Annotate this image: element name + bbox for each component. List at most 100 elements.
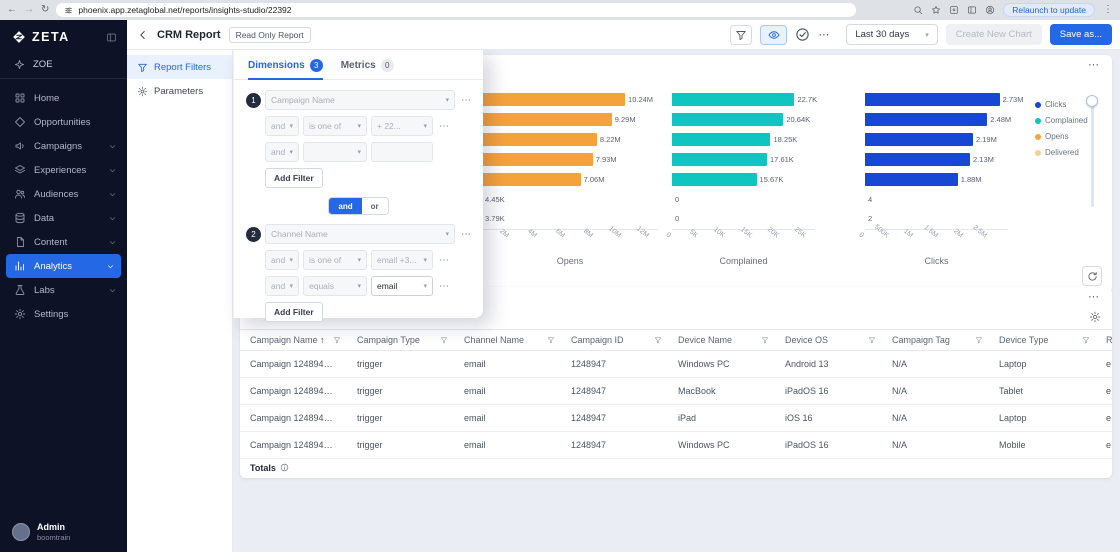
side-panel-icon[interactable] bbox=[967, 5, 977, 15]
column-filter-icon[interactable] bbox=[868, 336, 876, 344]
bar[interactable] bbox=[482, 113, 612, 126]
sidebar-item-campaigns[interactable]: Campaigns bbox=[0, 134, 127, 158]
site-settings-icon[interactable] bbox=[64, 6, 73, 15]
sidebar-item-audiences[interactable]: Audiences bbox=[0, 182, 127, 206]
browser-forward-icon[interactable]: → bbox=[24, 5, 34, 15]
slider-handle[interactable] bbox=[1086, 95, 1098, 107]
filter-row-menu[interactable]: ⋯ bbox=[439, 121, 449, 132]
info-icon[interactable] bbox=[280, 463, 289, 472]
column-filter-icon[interactable] bbox=[547, 336, 555, 344]
column-filter-icon[interactable] bbox=[333, 336, 341, 344]
bar[interactable] bbox=[865, 113, 987, 126]
bar[interactable] bbox=[672, 133, 770, 146]
column-header-campaign-tag[interactable]: Campaign Tag bbox=[882, 330, 989, 351]
bar[interactable] bbox=[865, 153, 970, 166]
bar[interactable] bbox=[865, 173, 958, 186]
bool-select[interactable]: and▾ bbox=[265, 142, 299, 162]
filter-row-menu[interactable]: ⋯ bbox=[461, 95, 471, 106]
value-select[interactable]: email▾ bbox=[371, 276, 433, 296]
add-filter-button[interactable]: Add Filter bbox=[265, 302, 323, 322]
legend-item-clicks[interactable]: Clicks bbox=[1035, 100, 1088, 109]
table-row[interactable]: Campaign 1248947 - Flash Saletriggeremai… bbox=[240, 405, 1112, 432]
column-header-campaign-id[interactable]: Campaign ID bbox=[561, 330, 668, 351]
search-icon[interactable] bbox=[913, 5, 923, 15]
bool-select[interactable]: and▾ bbox=[265, 276, 299, 296]
legend-item-opens[interactable]: Opens bbox=[1035, 132, 1088, 141]
browser-reload-icon[interactable]: ↻ bbox=[41, 5, 49, 15]
field-select[interactable]: Channel Name▾ bbox=[265, 224, 455, 244]
bar[interactable] bbox=[672, 113, 783, 126]
sidebar-item-labs[interactable]: Labs bbox=[0, 278, 127, 302]
sort-asc-icon[interactable]: ↑ bbox=[318, 335, 325, 345]
charts-more-menu[interactable]: ⋯ bbox=[1088, 58, 1100, 71]
bar[interactable] bbox=[672, 93, 794, 106]
bar[interactable] bbox=[482, 93, 625, 106]
header-more-menu[interactable]: ⋯ bbox=[818, 28, 830, 41]
sidebar-item-experiences[interactable]: Experiences bbox=[0, 158, 127, 182]
sidebar-item-zoe[interactable]: ZOE bbox=[0, 53, 127, 79]
join-and-option[interactable]: and bbox=[329, 198, 361, 214]
join-or-option[interactable]: or bbox=[362, 198, 388, 214]
filter-row-menu[interactable]: ⋯ bbox=[439, 281, 449, 292]
browser-back-icon[interactable]: ← bbox=[7, 5, 17, 15]
refresh-button[interactable] bbox=[1082, 266, 1102, 286]
table-row[interactable]: Campaign 1248947 - Flash Saletriggeremai… bbox=[240, 378, 1112, 405]
bookmark-star-icon[interactable] bbox=[931, 5, 941, 15]
browser-menu-icon[interactable]: ⋮ bbox=[1103, 5, 1113, 15]
table-scroll-area[interactable]: Campaign Name ↑Campaign TypeChannel Name… bbox=[240, 329, 1112, 478]
operator-select[interactable]: is one of▾ bbox=[303, 250, 367, 270]
data-zoom-slider[interactable] bbox=[1086, 95, 1098, 207]
bar[interactable] bbox=[482, 133, 597, 146]
operator-select[interactable]: ▾ bbox=[303, 142, 367, 162]
bar[interactable] bbox=[482, 153, 593, 166]
column-header-r[interactable]: R bbox=[1096, 330, 1112, 351]
sidebar-item-settings[interactable]: Settings bbox=[0, 302, 127, 326]
filter-row-menu[interactable]: ⋯ bbox=[461, 229, 471, 240]
column-header-device-name[interactable]: Device Name bbox=[668, 330, 775, 351]
operator-select[interactable]: is one of▾ bbox=[303, 116, 367, 136]
nav-report-filters[interactable]: Report Filters bbox=[127, 55, 232, 79]
downloads-icon[interactable] bbox=[949, 5, 959, 15]
nav-parameters[interactable]: Parameters bbox=[127, 79, 232, 103]
profile-icon[interactable] bbox=[985, 5, 995, 15]
collapse-sidebar-icon[interactable] bbox=[106, 32, 117, 43]
tab-dimensions[interactable]: Dimensions 3 bbox=[248, 59, 323, 79]
add-filter-button[interactable]: Add Filter bbox=[265, 168, 323, 188]
bool-select[interactable]: and▾ bbox=[265, 250, 299, 270]
date-range-select[interactable]: Last 30 days ▾ bbox=[846, 24, 937, 45]
column-header-device-type[interactable]: Device Type bbox=[989, 330, 1096, 351]
field-select[interactable]: Campaign Name▾ bbox=[265, 90, 455, 110]
table-row[interactable]: Campaign 1248947 - Flash Saletriggeremai… bbox=[240, 432, 1112, 459]
check-circle-icon[interactable] bbox=[795, 27, 810, 42]
value-input[interactable] bbox=[371, 142, 433, 162]
bar[interactable] bbox=[672, 153, 767, 166]
bar[interactable] bbox=[865, 133, 973, 146]
table-more-menu[interactable]: ⋯ bbox=[1088, 290, 1100, 303]
save-as-button[interactable]: Save as... bbox=[1050, 24, 1112, 45]
sidebar-item-content[interactable]: Content bbox=[0, 230, 127, 254]
create-new-chart-button[interactable]: Create New Chart bbox=[946, 24, 1042, 45]
bar[interactable] bbox=[482, 173, 581, 186]
table-row[interactable]: Campaign 1248947 - Flash Saletriggeremai… bbox=[240, 351, 1112, 378]
address-bar[interactable]: phoenix.app.zetaglobal.net/reports/insig… bbox=[56, 3, 856, 17]
sidebar-item-analytics[interactable]: Analytics bbox=[6, 254, 121, 278]
column-filter-icon[interactable] bbox=[975, 336, 983, 344]
legend-item-complained[interactable]: Complained bbox=[1035, 116, 1088, 125]
value-select[interactable]: email +3...▾ bbox=[371, 250, 433, 270]
sidebar-item-opportunities[interactable]: Opportunities bbox=[0, 110, 127, 134]
bar[interactable] bbox=[865, 93, 1000, 106]
column-filter-icon[interactable] bbox=[1082, 336, 1090, 344]
operator-select[interactable]: equals▾ bbox=[303, 276, 367, 296]
column-filter-icon[interactable] bbox=[654, 336, 662, 344]
relaunch-button[interactable]: Relaunch to update bbox=[1003, 3, 1095, 17]
column-header-device-os[interactable]: Device OS bbox=[775, 330, 882, 351]
column-filter-icon[interactable] bbox=[440, 336, 448, 344]
bool-select[interactable]: and▾ bbox=[265, 116, 299, 136]
sidebar-item-data[interactable]: Data bbox=[0, 206, 127, 230]
bar[interactable] bbox=[672, 173, 757, 186]
sidebar-item-home[interactable]: Home bbox=[0, 86, 127, 110]
value-select[interactable]: + 22...▾ bbox=[371, 116, 433, 136]
legend-item-delivered[interactable]: Delivered bbox=[1035, 148, 1088, 157]
tab-metrics[interactable]: Metrics 0 bbox=[341, 59, 394, 79]
chart-filter-button[interactable] bbox=[730, 25, 752, 45]
